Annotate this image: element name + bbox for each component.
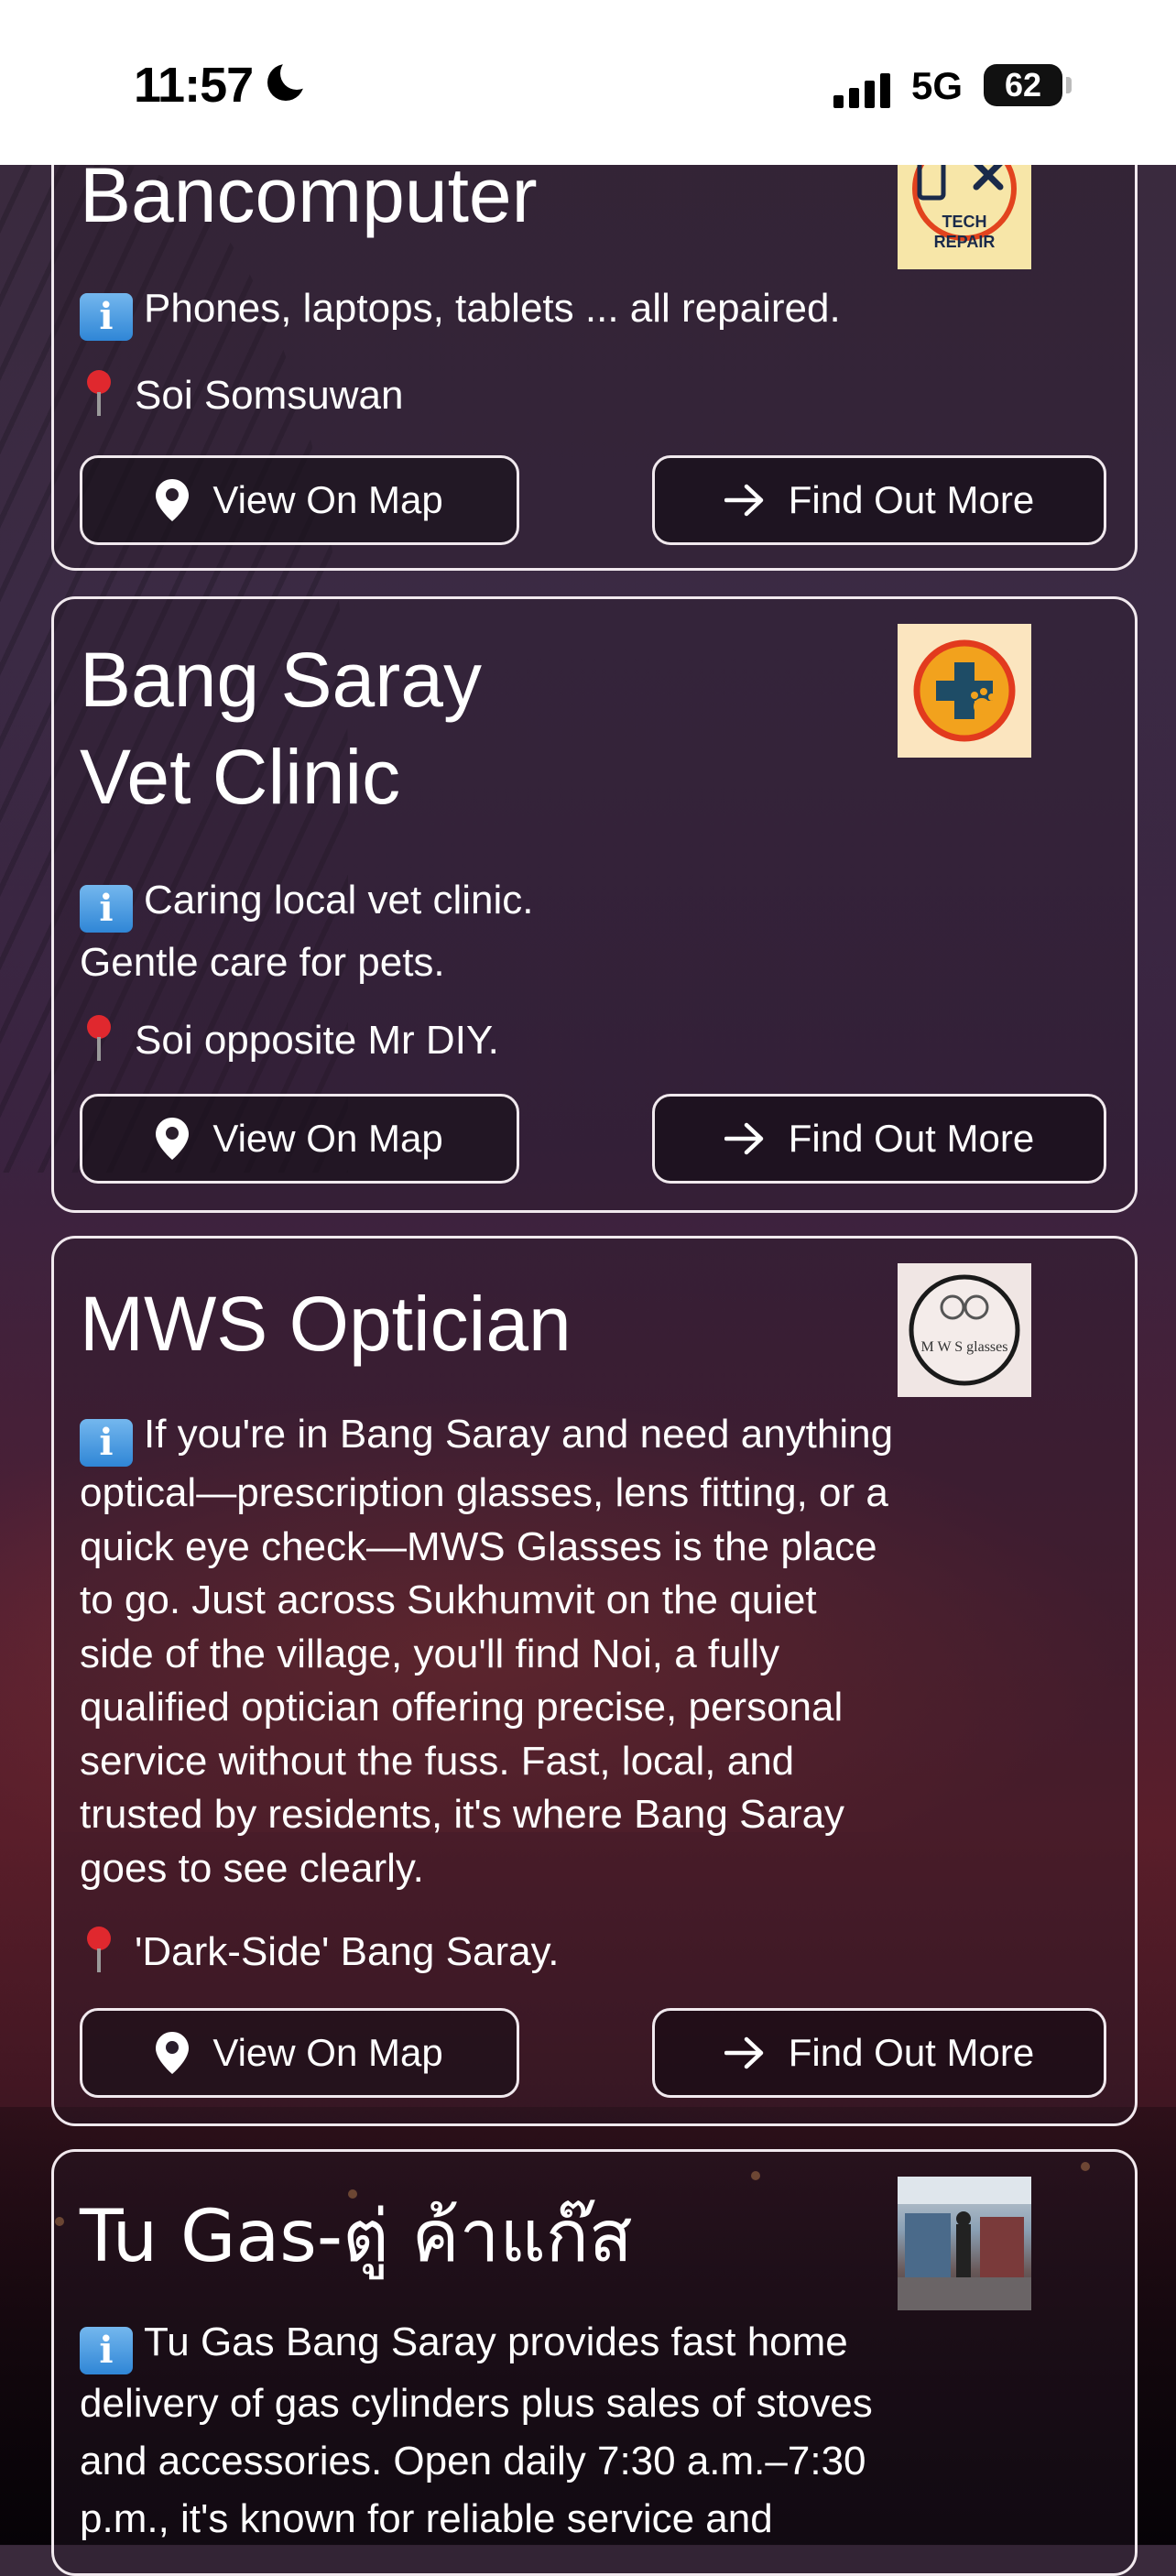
status-time: 11:57 — [134, 58, 254, 113]
listing-title: Tu Gas-ตู่ ค้าแก๊ส — [80, 2196, 633, 2278]
listing-thumbnail[interactable]: M W S glasses — [898, 1263, 1031, 1397]
listing-description: i If you're in Bang Saray and need anythi… — [80, 1412, 894, 1891]
svg-text:TECH: TECH — [942, 213, 987, 231]
moon-icon — [267, 57, 313, 101]
find-out-more-button[interactable]: Find Out More — [652, 2008, 1106, 2098]
listing-thumbnail[interactable]: TECH REPAIR — [898, 156, 1031, 269]
info-icon: i — [80, 293, 133, 341]
arrow-right-icon — [724, 2036, 764, 2069]
info-icon: i — [80, 885, 133, 933]
view-on-map-button[interactable]: View On Map — [80, 2008, 519, 2098]
listing-card: Tu Gas-ตู่ ค้าแก๊ส i Tu Gas Bang Saray pr… — [51, 2149, 1138, 2576]
view-on-map-button[interactable]: View On Map — [80, 455, 519, 545]
pin-icon — [80, 370, 116, 418]
arrow-right-icon — [724, 484, 764, 517]
listing-thumbnail[interactable] — [898, 2177, 1031, 2310]
pin-icon — [80, 1927, 116, 1974]
listing-title: MWS Optician — [80, 1281, 572, 1367]
listing-title: Bang Saray Vet Clinic — [80, 637, 482, 820]
map-pin-icon — [156, 2032, 190, 2074]
pin-icon — [80, 1015, 116, 1063]
battery-icon: 62 — [984, 64, 1072, 106]
listing-description: i Phones, laptops, tablets ... all repair… — [80, 282, 1041, 341]
arrow-right-icon — [724, 1122, 764, 1155]
svg-text:REPAIR: REPAIR — [934, 233, 996, 251]
listing-location: 'Dark-Side' Bang Saray. — [80, 1926, 560, 1979]
info-icon: i — [80, 2327, 133, 2374]
listing-card: Bang Saray Vet Clinic i Caring local vet … — [51, 596, 1138, 1213]
status-bar: 11:57 5G 62 — [0, 0, 1176, 165]
view-on-map-button[interactable]: View On Map — [80, 1094, 519, 1184]
mws-glasses-logo: M W S glasses — [909, 1274, 1020, 1386]
map-pin-icon — [156, 1118, 190, 1160]
listing-thumbnail[interactable] — [898, 624, 1031, 758]
listing-location: Soi Somsuwan — [80, 369, 403, 422]
info-icon: i — [80, 1419, 133, 1467]
signal-icon — [833, 66, 890, 108]
shop-photo — [898, 2177, 1031, 2310]
find-out-more-button[interactable]: Find Out More — [652, 455, 1106, 545]
map-pin-icon — [156, 479, 190, 521]
listing-location: Soi opposite Mr DIY. — [80, 1014, 499, 1067]
listing-description: i Tu Gas Bang Saray provides fast home de… — [80, 2319, 873, 2541]
listing-card: Bancomputer TECH REPAIR i Phones, laptops… — [51, 110, 1138, 571]
listing-card: MWS Optician M W S glasses i If you're in… — [51, 1236, 1138, 2126]
find-out-more-button[interactable]: Find Out More — [652, 1094, 1106, 1184]
tech-repair-logo: TECH REPAIR — [912, 156, 1017, 251]
vet-clinic-logo — [913, 639, 1016, 742]
svg-text:M W S glasses: M W S glasses — [921, 1339, 1008, 1355]
network-type: 5G — [911, 64, 964, 107]
listing-description: i Caring local vet clinic. Gentle care fo… — [80, 878, 534, 985]
